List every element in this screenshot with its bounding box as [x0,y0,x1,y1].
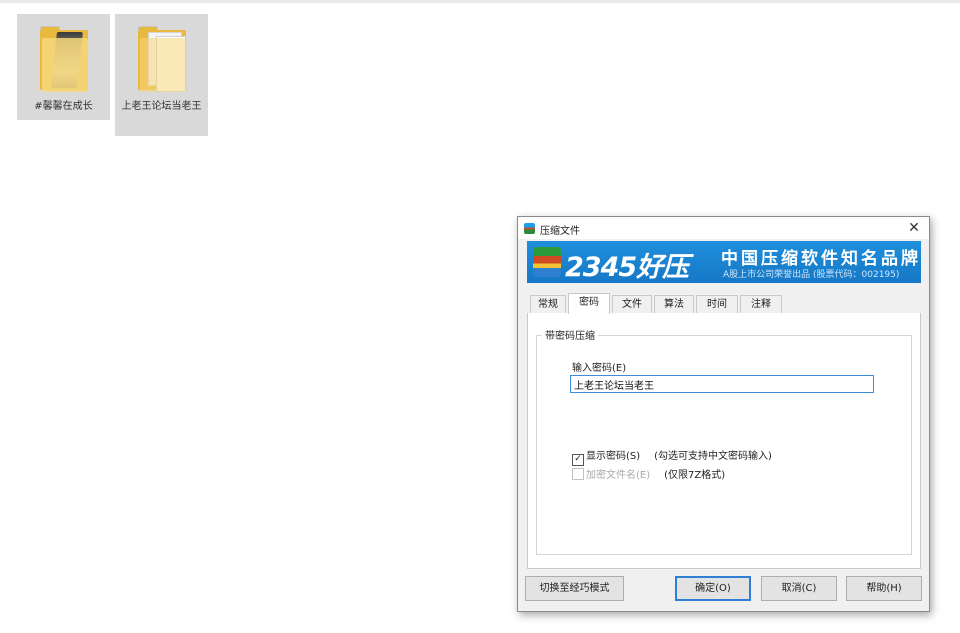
tab-comment[interactable]: 注释 [740,295,782,313]
top-border [0,0,960,3]
switch-mode-button[interactable]: 切换至经巧模式 [525,576,624,601]
help-button[interactable]: 帮助(H) [846,576,922,601]
cancel-button[interactable]: 取消(C) [761,576,837,601]
dialog-title: 压缩文件 [540,226,580,237]
tab-algorithm[interactable]: 算法 [654,295,694,313]
encrypt-filenames-hint: (仅限7Z格式) [664,470,726,481]
encrypt-filenames-row: 加密文件名(E) (仅限7Z格式) [572,466,725,481]
password-panel: 带密码压缩 输入密码(E) ✓显示密码(S) (勾选可支持中文密码输入) 加密文件… [527,313,921,569]
tab-password[interactable]: 密码 [568,293,610,314]
folder-label: #馨馨在成长 [34,101,93,112]
encrypt-filenames-checkbox [572,468,584,480]
show-password-hint: (勾选可支持中文密码输入) [654,451,772,462]
group-title: 带密码压缩 [542,327,598,342]
banner-subtext: A股上市公司荣誉出品 (股票代码：002195) [723,270,900,280]
folder-label: 上老王论坛当老王 [121,101,202,112]
ok-button[interactable]: 确定(O) [675,576,751,601]
banner-brand: 2345好压 [565,252,689,283]
desktop-folder-icon-1[interactable]: #馨馨在成长 [17,14,110,120]
tab-strip: 常规 密码 文件 算法 时间 注释 [527,293,921,314]
dialog-titlebar[interactable]: 压缩文件 ✕ [518,217,929,239]
folder-icon [134,22,190,94]
show-password-checkbox[interactable]: ✓ [572,454,584,466]
tab-time[interactable]: 时间 [696,295,738,313]
tab-general[interactable]: 常规 [530,295,566,313]
folder-icon [36,22,92,94]
app-icon [524,223,535,234]
password-input[interactable] [570,375,874,393]
banner-slogan: 中国压缩软件知名品牌 [721,249,921,269]
desktop-folder-icon-2[interactable]: 上老王论坛当老王 [115,14,208,136]
encrypt-filenames-label: 加密文件名(E) [586,470,651,481]
password-label: 输入密码(E) [572,363,627,374]
archive-logo-icon [533,247,561,277]
tab-files[interactable]: 文件 [612,295,652,313]
show-password-row[interactable]: ✓ 显示密码(S) (勾选可支持中文密码输入) [572,447,772,466]
show-password-label: 显示密码(S) [586,451,641,462]
brand-banner: 2345好压 中国压缩软件知名品牌 A股上市公司荣誉出品 (股票代码：00219… [527,241,921,283]
compress-dialog: 压缩文件 ✕ 2345好压 中国压缩软件知名品牌 A股上市公司荣誉出品 (股票代… [517,216,930,612]
close-button[interactable]: ✕ [905,219,923,237]
